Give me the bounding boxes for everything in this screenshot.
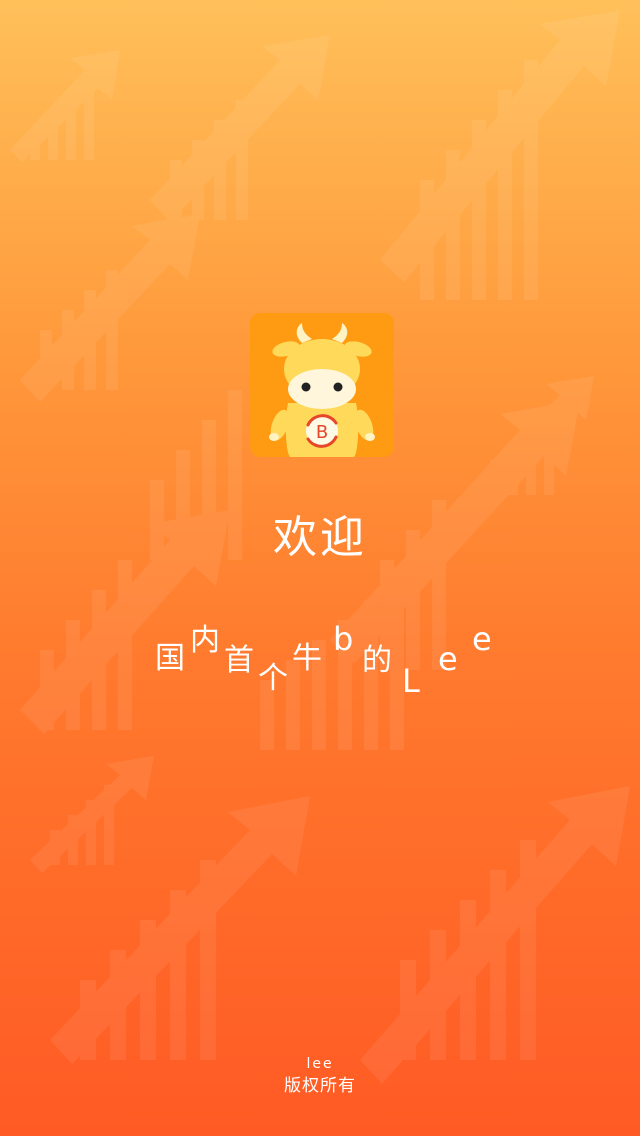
slogan-char: 个 [258, 661, 288, 696]
slogan: 国 内 首 个 牛 b 的 L e e [0, 620, 640, 710]
slogan-char: e [472, 620, 492, 658]
chart-arrows-background [10, 10, 630, 1084]
slogan-char: 的 [362, 643, 392, 678]
cow-mascot-icon: B [269, 323, 375, 457]
slogan-char: e [438, 640, 458, 678]
footer-owner: lee [306, 1056, 334, 1072]
footer: lee 版权所有 [0, 1054, 640, 1098]
slogan-char: L [402, 662, 420, 700]
welcome-title: 欢迎 [273, 512, 367, 563]
footer-copyright: 版权所有 [284, 1076, 356, 1096]
slogan-char: 首 [224, 643, 254, 678]
slogan-char: 内 [190, 623, 220, 658]
app-logo: B [250, 313, 394, 457]
slogan-char: 国 [155, 641, 185, 676]
slogan-char: 牛 [292, 641, 322, 676]
logo-badge-letter: B [316, 422, 328, 443]
slogan-char: b [333, 620, 354, 658]
